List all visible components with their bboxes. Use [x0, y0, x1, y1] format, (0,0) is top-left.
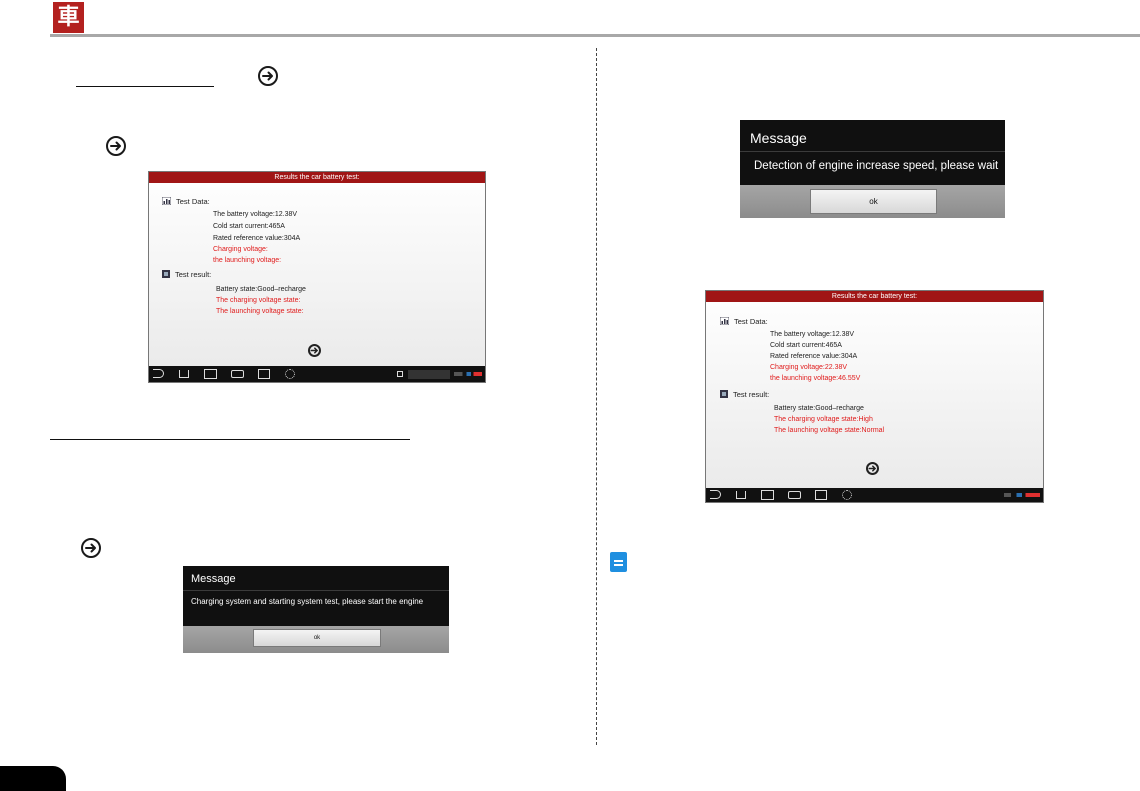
dialog-title: Message [191, 573, 236, 585]
brand-logo: 車 [53, 2, 84, 33]
next-arrow-icon[interactable] [866, 462, 879, 475]
data-line: Cold start current:465A [213, 223, 285, 230]
android-navbar [149, 366, 485, 382]
dialog-message: Charging system and starting system test… [191, 597, 424, 606]
result-line: The launching voltage state: [216, 308, 304, 315]
data-line: Rated reference value:304A [213, 235, 301, 242]
print-icon[interactable] [231, 370, 244, 378]
data-line: Cold start current:465A [770, 342, 842, 349]
back-icon[interactable] [153, 369, 164, 378]
back-icon[interactable] [710, 490, 721, 499]
test-data-label: Test Data: [176, 197, 210, 206]
result-line: The charging voltage state: [216, 297, 301, 304]
home-icon[interactable] [736, 491, 746, 499]
test-result-heading: Test result: [162, 270, 211, 280]
screen-title: Results the car battery test: [706, 291, 1043, 302]
chart-icon [719, 316, 730, 327]
print-icon[interactable] [788, 491, 801, 499]
dialog-rule [183, 590, 449, 591]
test-result-heading: Test result: [720, 390, 769, 400]
underline-b [50, 439, 410, 440]
dialog-rule [740, 151, 1005, 152]
status-text [408, 370, 450, 379]
data-line: Rated reference value:304A [770, 353, 858, 360]
screen-title: Results the car battery test: [149, 172, 485, 183]
dialog-title: Message [750, 130, 807, 146]
next-arrow-icon[interactable] [308, 344, 321, 357]
settings-icon[interactable] [285, 369, 295, 379]
next-arrow-icon [106, 136, 126, 156]
test-data-heading: Test Data: [719, 316, 768, 327]
data-line: the launching voltage: [213, 257, 282, 264]
result-line: The launching voltage state:Normal [774, 427, 885, 434]
note-icon [610, 552, 627, 572]
next-arrow-icon [81, 538, 101, 558]
data-line: The battery voltage:12.38V [213, 211, 298, 218]
screenshot-icon[interactable] [258, 369, 270, 379]
status-icons [1004, 493, 1040, 497]
message-dialog: Message Detection of engine increase spe… [740, 120, 1005, 218]
result-line: The charging voltage state:High [774, 416, 873, 423]
status-icons [454, 372, 482, 376]
settings-icon[interactable] [842, 490, 852, 500]
battery-results-screenshot: Results the car battery test: Test Data:… [148, 171, 486, 383]
result-icon [162, 270, 170, 280]
android-navbar [706, 488, 1043, 502]
message-dialog: Message Charging system and starting sys… [183, 566, 449, 653]
test-data-heading: Test Data: [161, 196, 210, 207]
chart-icon [161, 196, 172, 207]
data-line: The battery voltage:12.38V [770, 331, 855, 338]
notification-icon [397, 371, 403, 377]
test-data-label: Test Data: [734, 317, 768, 326]
ok-button[interactable]: ok [810, 189, 937, 214]
page-number-tab [0, 766, 66, 791]
result-line: Battery state:Good–recharge [774, 405, 864, 412]
test-result-label: Test result: [175, 270, 212, 279]
data-line: Charging voltage:22.38V [770, 364, 848, 371]
data-line: the launching voltage:46.55V [770, 375, 861, 382]
next-arrow-icon [258, 66, 278, 86]
screenshot-icon[interactable] [815, 490, 827, 500]
result-icon [720, 390, 728, 400]
column-divider [596, 48, 597, 745]
recent-apps-icon[interactable] [204, 369, 217, 379]
test-result-label: Test result: [733, 390, 770, 399]
data-line: Charging voltage: [213, 246, 268, 253]
battery-results-screenshot: Results the car battery test: Test Data:… [705, 290, 1044, 503]
dialog-message: Detection of engine increase speed, plea… [754, 160, 999, 172]
ok-button[interactable]: ok [253, 629, 381, 647]
recent-apps-icon[interactable] [761, 490, 774, 500]
header-rule [50, 34, 1140, 37]
home-icon[interactable] [179, 370, 189, 378]
result-line: Battery state:Good–recharge [216, 286, 306, 293]
underline-a [76, 86, 214, 87]
